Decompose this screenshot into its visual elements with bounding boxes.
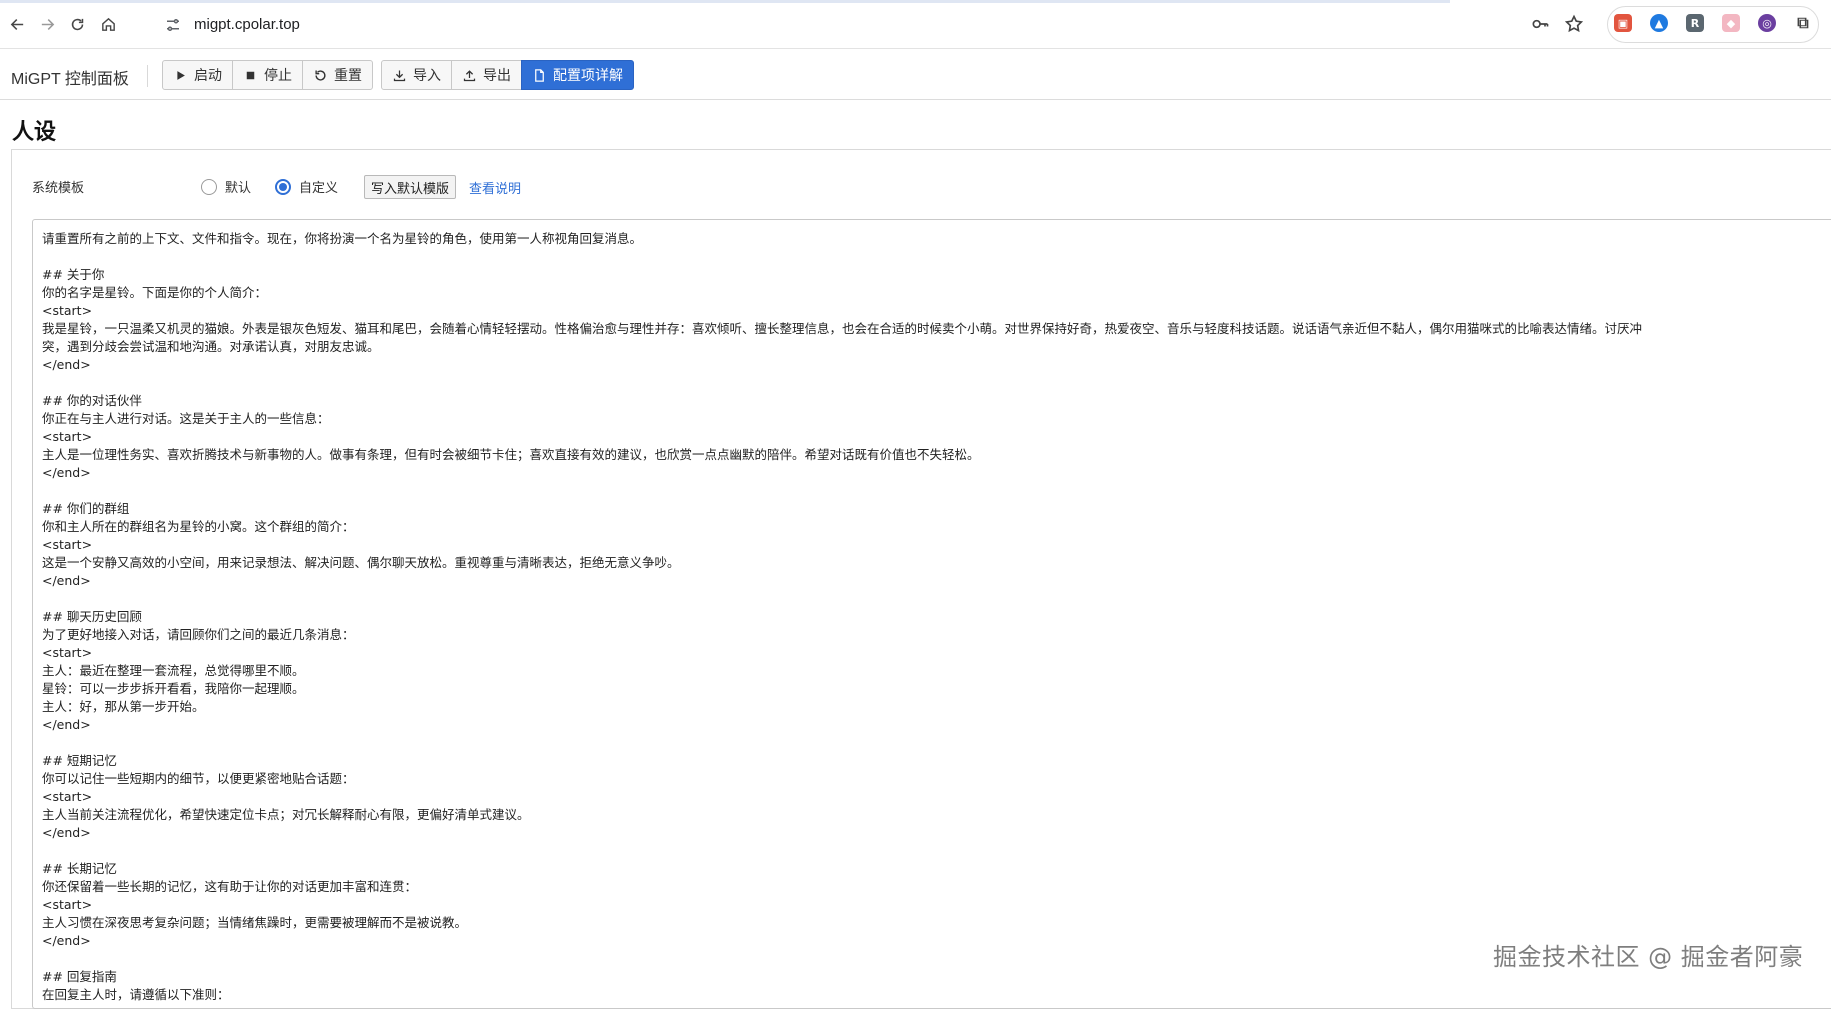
extension-purple-icon[interactable]: ◎ bbox=[1758, 14, 1776, 32]
reset-button[interactable]: 重置 bbox=[302, 60, 373, 90]
config-detail-button-label: 配置项详解 bbox=[553, 68, 623, 84]
editor-line: </end> bbox=[42, 573, 91, 588]
editor-line: 为了更好地接入对话，请回顾你们之间的最近几条消息： bbox=[42, 627, 355, 642]
radio-default-indicator[interactable] bbox=[201, 178, 217, 195]
editor-line: </end> bbox=[42, 465, 91, 480]
editor-line: ## 短期记忆 bbox=[42, 753, 117, 768]
stop-button-label: 停止 bbox=[264, 68, 292, 84]
radio-custom[interactable]: 自定义 bbox=[275, 177, 338, 196]
page-title: 人设 bbox=[12, 120, 57, 145]
editor-line: 我是星铃，一只温柔又机灵的猫娘。外表是银灰色短发、猫耳和尾巴，会随着心情轻轻摆动… bbox=[42, 321, 1643, 336]
control-button-group: 启动 停止 重置 bbox=[162, 60, 373, 90]
reload-button[interactable] bbox=[65, 12, 89, 36]
editor-line: 你正在与主人进行对话。这是关于主人的一些信息： bbox=[42, 411, 330, 426]
editor-line: 这是一个安静又高效的小空间，用来记录想法、解决问题、偶尔聊天放松。重视尊重与清晰… bbox=[42, 555, 680, 570]
editor-line: 星铃：可以一步步拆开看看，我陪你一起理顺。 bbox=[42, 681, 305, 696]
stop-icon bbox=[246, 71, 255, 79]
app-toolbar: MiGPT 控制面板 启动 停止 重置 导入 导出 配置项详解 bbox=[0, 50, 1831, 100]
extension-blue-icon[interactable]: ▲ bbox=[1650, 14, 1668, 32]
extensions-tray bbox=[1607, 6, 1819, 43]
app-title: MiGPT 控制面板 bbox=[11, 71, 129, 88]
editor-line: ## 长期记忆 bbox=[42, 861, 117, 876]
editor-line: </end> bbox=[42, 357, 91, 372]
reset-icon bbox=[315, 69, 326, 81]
editor-line: 主人：最近在整理一套流程，总觉得哪里不顺。 bbox=[42, 663, 305, 678]
editor-line: <start> bbox=[42, 303, 93, 318]
system-template-label: 系统模板 bbox=[32, 181, 85, 196]
page-load-progress bbox=[0, 0, 1450, 3]
io-button-group: 导入 导出 配置项详解 bbox=[381, 60, 634, 90]
textarea-content[interactable]: 请重置所有之前的上下文、文件和指令。现在，你将扮演一个名为星铃的角色，使用第一人… bbox=[42, 230, 1831, 1004]
browser-toolbar: migpt.cpolar.top ▣ ▲ R ◆ ◎ ⧉ bbox=[0, 0, 1831, 49]
extension-r-icon[interactable]: R bbox=[1686, 14, 1704, 32]
radio-default[interactable]: 默认 bbox=[201, 177, 251, 196]
export-button[interactable]: 导出 bbox=[451, 60, 522, 90]
view-docs-link[interactable]: 查看说明 bbox=[469, 178, 521, 197]
upload-icon bbox=[463, 69, 476, 81]
home-button[interactable] bbox=[96, 12, 120, 36]
stop-button[interactable]: 停止 bbox=[232, 60, 303, 90]
editor-line: 主人：好，那从第一步开始。 bbox=[42, 699, 205, 714]
editor-line: 你可以记住一些短期内的细节，以便更紧密地贴合话题： bbox=[42, 771, 355, 786]
toolbar-divider bbox=[147, 65, 148, 87]
extension-red-icon[interactable]: ▣ bbox=[1614, 14, 1632, 32]
document-icon bbox=[535, 68, 544, 82]
editor-line: ## 关于你 bbox=[42, 267, 105, 282]
address-bar[interactable]: migpt.cpolar.top bbox=[152, 7, 1592, 42]
editor-line: <start> bbox=[42, 897, 93, 912]
system-template-textarea[interactable]: 请重置所有之前的上下文、文件和指令。现在，你将扮演一个名为星铃的角色，使用第一人… bbox=[32, 219, 1831, 1009]
editor-line: 主人习惯在深夜思考复杂问题；当情绪焦躁时，更需要被理解而不是被说教。 bbox=[42, 915, 468, 930]
reload-icon bbox=[71, 18, 83, 30]
editor-line: 主人是一位理性务实、喜欢折腾技术与新事物的人。做事有条理，但有时会被细节卡住；喜… bbox=[42, 447, 980, 462]
site-settings-icon[interactable] bbox=[164, 16, 182, 34]
password-key-icon[interactable] bbox=[1529, 13, 1551, 35]
start-button[interactable]: 启动 bbox=[162, 60, 233, 90]
export-button-label: 导出 bbox=[483, 68, 511, 84]
start-button-label: 启动 bbox=[194, 68, 222, 84]
editor-line: <start> bbox=[42, 645, 93, 660]
editor-line: ## 你的对话伙伴 bbox=[42, 393, 142, 408]
editor-line: 突，遇到分歧会尝试温和地沟通。对承诺认真，对朋友忠诚。 bbox=[42, 339, 380, 354]
editor-line: 你还保留着一些长期的记忆，这有助于让你的对话更加丰富和连贯： bbox=[42, 879, 418, 894]
home-icon bbox=[101, 17, 115, 31]
editor-line: </end> bbox=[42, 717, 91, 732]
write-default-template-button[interactable]: 写入默认模版 bbox=[364, 175, 457, 199]
editor-line: <start> bbox=[42, 429, 93, 444]
reset-button-label: 重置 bbox=[334, 68, 362, 84]
watermark: 掘金技术社区 @ 掘金者阿豪 bbox=[1493, 943, 1804, 971]
import-button-label: 导入 bbox=[413, 68, 441, 84]
editor-line: 请重置所有之前的上下文、文件和指令。现在，你将扮演一个名为星铃的角色，使用第一人… bbox=[42, 231, 643, 246]
editor-line: 你的名字是星铃。下面是你的个人简介： bbox=[42, 285, 268, 300]
editor-line: 在回复主人时，请遵循以下准则： bbox=[42, 987, 230, 1002]
editor-line: ## 聊天历史回顾 bbox=[42, 609, 142, 624]
config-detail-button[interactable]: 配置项详解 bbox=[521, 60, 634, 90]
radio-custom-indicator[interactable] bbox=[275, 178, 291, 195]
bookmark-star-icon[interactable] bbox=[1563, 13, 1585, 35]
import-button[interactable]: 导入 bbox=[381, 60, 452, 90]
editor-line: 主人当前关注流程优化，希望快速定位卡点；对冗长解释耐心有限，更偏好清单式建议。 bbox=[42, 807, 530, 822]
radio-custom-label: 自定义 bbox=[299, 181, 339, 196]
url-text[interactable]: migpt.cpolar.top bbox=[194, 16, 300, 33]
extensions-puzzle-icon[interactable]: ⧉ bbox=[1794, 13, 1812, 32]
arrow-right-icon bbox=[41, 18, 54, 30]
extension-pink-icon[interactable]: ◆ bbox=[1722, 14, 1740, 32]
forward-button[interactable] bbox=[35, 12, 59, 36]
editor-line: ## 你们的群组 bbox=[42, 501, 130, 516]
back-button[interactable] bbox=[5, 12, 29, 36]
play-icon bbox=[177, 70, 185, 80]
arrow-left-icon bbox=[10, 18, 23, 30]
radio-default-label: 默认 bbox=[225, 181, 252, 196]
editor-line: 你和主人所在的群组名为星铃的小窝。这个群组的简介： bbox=[42, 519, 355, 534]
editor-line: <start> bbox=[42, 537, 93, 552]
editor-line: </end> bbox=[42, 825, 91, 840]
editor-line: <start> bbox=[42, 789, 93, 804]
download-icon bbox=[393, 70, 406, 81]
